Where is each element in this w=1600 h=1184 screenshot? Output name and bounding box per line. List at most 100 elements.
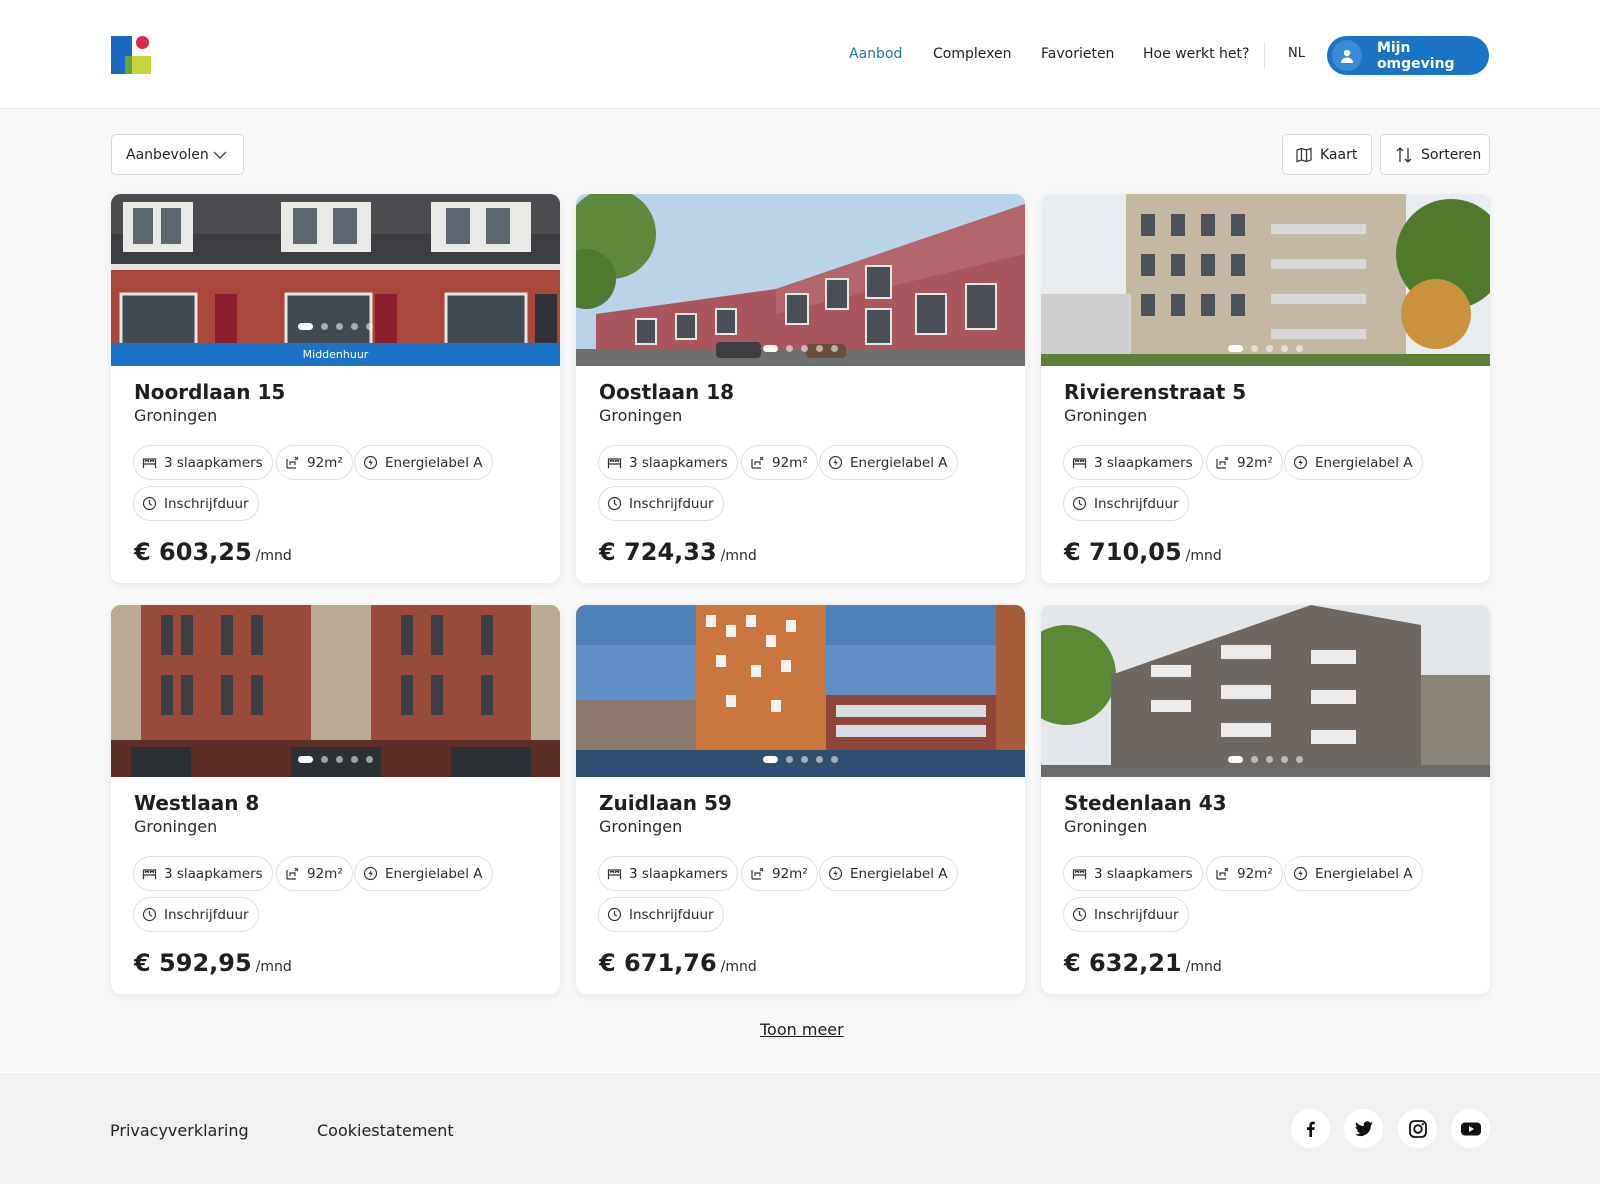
carousel-dot[interactable]: [1281, 756, 1288, 763]
carousel-dot[interactable]: [786, 345, 793, 352]
carousel-dot-active[interactable]: [298, 323, 313, 330]
sort-label: Sorteren: [1421, 146, 1482, 163]
energy-icon: [363, 866, 378, 881]
listing-card[interactable]: Westlaan 8 Groningen 3 slaapkamers 92m² …: [111, 605, 560, 994]
carousel-dots[interactable]: [576, 756, 1025, 763]
cookie-link[interactable]: Cookiestatement: [317, 1121, 454, 1140]
area-label: 92m²: [307, 865, 343, 882]
listing-photo[interactable]: [1041, 194, 1490, 366]
carousel-dot[interactable]: [1266, 756, 1273, 763]
bedrooms-label: 3 slaapkamers: [629, 454, 728, 471]
chevron-down-icon: [213, 151, 227, 159]
carousel-dot[interactable]: [831, 756, 838, 763]
carousel-dot[interactable]: [321, 323, 328, 330]
price-value: € 724,33: [599, 538, 717, 566]
listing-photo[interactable]: [1041, 605, 1490, 777]
nav-hoe-werkt-het[interactable]: Hoe werkt het?: [1143, 46, 1249, 62]
carousel-dot[interactable]: [816, 756, 823, 763]
facebook-icon[interactable]: [1291, 1109, 1330, 1148]
carousel-dot-active[interactable]: [763, 345, 778, 352]
logo[interactable]: [111, 36, 151, 76]
listing-title[interactable]: Stedenlaan 43: [1064, 791, 1227, 815]
energy-label: Energielabel A: [1315, 865, 1413, 882]
carousel-dot[interactable]: [786, 756, 793, 763]
carousel-dot[interactable]: [801, 756, 808, 763]
carousel-dot[interactable]: [366, 323, 373, 330]
nav-complexen[interactable]: Complexen: [933, 46, 1011, 62]
listing-title[interactable]: Noordlaan 15: [134, 380, 285, 404]
listing-photo-image: [576, 194, 1025, 366]
listing-city: Groningen: [1064, 817, 1148, 836]
youtube-icon[interactable]: [1451, 1109, 1490, 1148]
energy-chip: Energielabel A: [1284, 856, 1423, 891]
language-switch[interactable]: NL: [1288, 46, 1305, 61]
carousel-dot[interactable]: [336, 323, 343, 330]
privacy-link[interactable]: Privacyverklaring: [110, 1121, 249, 1140]
carousel-dot[interactable]: [336, 756, 343, 763]
carousel-dot-active[interactable]: [1228, 345, 1243, 352]
clock-icon: [1072, 496, 1087, 511]
carousel-dot[interactable]: [366, 756, 373, 763]
instagram-icon[interactable]: [1398, 1109, 1437, 1148]
listing-photo[interactable]: [111, 605, 560, 777]
carousel-dots[interactable]: [1041, 756, 1490, 763]
area-icon: [286, 867, 299, 880]
recommend-select[interactable]: Aanbevolen: [111, 134, 244, 175]
carousel-dot[interactable]: [816, 345, 823, 352]
energy-icon: [363, 455, 378, 470]
listing-card[interactable]: Rivierenstraat 5 Groningen 3 slaapkamers…: [1041, 194, 1490, 583]
listing-photo[interactable]: Middenhuur: [111, 194, 560, 366]
sort-button[interactable]: Sorteren: [1380, 134, 1490, 175]
price-unit: /mnd: [255, 548, 292, 564]
listing-photo-image: [576, 605, 1025, 777]
area-chip: 92m²: [1206, 445, 1283, 480]
account-button[interactable]: Mijn omgeving: [1327, 36, 1489, 75]
listing-title[interactable]: Oostlaan 18: [599, 380, 734, 404]
carousel-dot[interactable]: [1296, 345, 1303, 352]
bedrooms-chip: 3 slaapkamers: [598, 856, 738, 891]
carousel-dots[interactable]: [576, 345, 1025, 352]
bed-icon: [142, 458, 157, 469]
listing-title[interactable]: Rivierenstraat 5: [1064, 380, 1246, 404]
carousel-dot-active[interactable]: [763, 756, 778, 763]
nav-aanbod[interactable]: Aanbod: [849, 46, 902, 62]
carousel-dots[interactable]: [111, 323, 560, 330]
listing-title[interactable]: Zuidlaan 59: [599, 791, 732, 815]
carousel-dot[interactable]: [321, 756, 328, 763]
carousel-dot[interactable]: [801, 345, 808, 352]
area-chip: 92m²: [276, 445, 353, 480]
area-icon: [1216, 456, 1229, 469]
carousel-dot[interactable]: [1281, 345, 1288, 352]
carousel-dot[interactable]: [351, 323, 358, 330]
energy-label: Energielabel A: [385, 865, 483, 882]
bedrooms-label: 3 slaapkamers: [629, 865, 728, 882]
carousel-dots[interactable]: [111, 756, 560, 763]
map-button[interactable]: Kaart: [1282, 134, 1372, 175]
listing-photo[interactable]: [576, 194, 1025, 366]
listing-card[interactable]: Stedenlaan 43 Groningen 3 slaapkamers 92…: [1041, 605, 1490, 994]
carousel-dot[interactable]: [351, 756, 358, 763]
energy-chip: Energielabel A: [819, 445, 958, 480]
carousel-dot-active[interactable]: [298, 756, 313, 763]
condition-chip: Inschrijfduur: [598, 486, 724, 521]
area-chip: 92m²: [741, 856, 818, 891]
twitter-icon[interactable]: [1344, 1109, 1383, 1148]
carousel-dot[interactable]: [831, 345, 838, 352]
carousel-dot[interactable]: [1251, 345, 1258, 352]
listing-card[interactable]: Zuidlaan 59 Groningen 3 slaapkamers 92m²…: [576, 605, 1025, 994]
carousel-dots[interactable]: [1041, 345, 1490, 352]
carousel-dot-active[interactable]: [1228, 756, 1243, 763]
nav-favorieten[interactable]: Favorieten: [1041, 46, 1114, 62]
bedrooms-label: 3 slaapkamers: [164, 865, 263, 882]
energy-label: Energielabel A: [1315, 454, 1413, 471]
listing-title[interactable]: Westlaan 8: [134, 791, 259, 815]
carousel-dot[interactable]: [1296, 756, 1303, 763]
area-icon: [751, 867, 764, 880]
listing-photo[interactable]: [576, 605, 1025, 777]
listing-card[interactable]: Middenhuur Noordlaan 15 Groningen 3 slaa…: [111, 194, 560, 583]
show-more-link[interactable]: Toon meer: [760, 1020, 844, 1039]
listing-card[interactable]: Oostlaan 18 Groningen 3 slaapkamers 92m²…: [576, 194, 1025, 583]
carousel-dot[interactable]: [1251, 756, 1258, 763]
carousel-dot[interactable]: [1266, 345, 1273, 352]
bed-icon: [1072, 869, 1087, 880]
